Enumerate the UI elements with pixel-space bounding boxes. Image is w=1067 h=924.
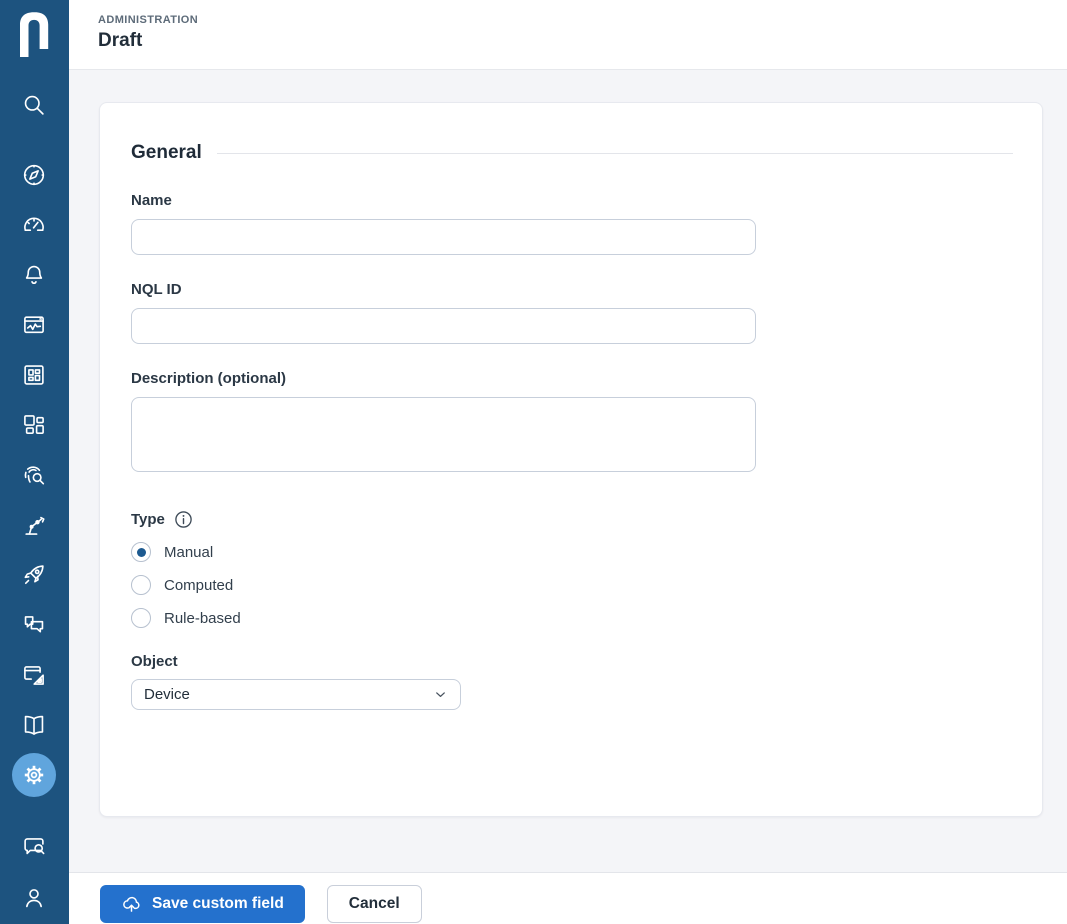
radio-manual[interactable] <box>131 542 151 562</box>
name-field-group: Name <box>131 192 1013 255</box>
object-select-value: Device <box>144 686 190 703</box>
page-header: ADMINISTRATION Draft <box>69 0 1067 70</box>
info-icon <box>175 511 192 528</box>
sidebar-item-alerts[interactable] <box>21 262 47 288</box>
save-button-label: Save custom field <box>152 895 284 912</box>
app-logo[interactable] <box>14 11 54 58</box>
nexthink-logo-icon <box>20 12 49 57</box>
book-icon <box>24 715 44 735</box>
sidebar-item-applications[interactable] <box>21 362 47 388</box>
page-title: Draft <box>98 30 143 51</box>
action-footer: Save custom field Cancel <box>69 872 1067 924</box>
sidebar-item-workspace[interactable] <box>21 412 47 438</box>
object-select[interactable]: Device <box>131 679 461 710</box>
type-info-button[interactable] <box>174 510 193 529</box>
radio-computed-label: Computed <box>164 576 234 594</box>
gauge-icon <box>24 217 44 232</box>
layout-blocks-icon <box>24 415 44 435</box>
sidebar-item-library[interactable] <box>21 712 47 738</box>
sidebar-item-profile[interactable] <box>21 885 47 911</box>
compass-icon <box>23 164 45 186</box>
gear-icon <box>24 765 44 785</box>
name-label: Name <box>131 192 172 209</box>
sidebar-item-investigation[interactable] <box>21 462 47 488</box>
sidebar-item-remediation[interactable] <box>21 662 47 688</box>
nql-id-label: NQL ID <box>131 281 182 298</box>
radio-rule-based-label: Rule-based <box>164 609 241 627</box>
rocket-icon <box>24 565 44 585</box>
object-field-group: Object Device <box>131 653 1013 710</box>
breadcrumb-section: ADMINISTRATION <box>98 14 199 26</box>
apps-grid-icon <box>24 365 44 385</box>
type-label: Type <box>131 511 165 528</box>
sidebar-item-discover[interactable] <box>21 162 47 188</box>
fingerprint-search-icon <box>24 466 45 485</box>
section-header: General <box>131 142 1013 164</box>
cloud-upload-icon <box>123 896 140 912</box>
section-divider <box>216 152 1013 154</box>
main-area: ADMINISTRATION Draft General Name NQL ID… <box>69 0 1067 924</box>
type-header: Type <box>131 510 1013 529</box>
radio-rule-based[interactable] <box>131 608 151 628</box>
save-custom-field-button[interactable]: Save custom field <box>100 885 305 923</box>
radio-computed[interactable] <box>131 575 151 595</box>
sidebar-item-monitoring[interactable] <box>21 312 47 338</box>
design-window-icon <box>24 666 44 685</box>
section-title: General <box>131 142 202 163</box>
description-label: Description (optional) <box>131 370 286 387</box>
nql-id-field-group: NQL ID <box>131 281 1013 344</box>
radio-option-computed[interactable]: Computed <box>131 575 1013 595</box>
person-icon <box>26 889 42 908</box>
sidebar-item-automation[interactable] <box>21 512 47 538</box>
object-label: Object <box>131 653 178 670</box>
general-card: General Name NQL ID Description (optiona… <box>99 102 1043 817</box>
radio-option-manual[interactable]: Manual <box>131 542 1013 562</box>
sidebar-item-search[interactable] <box>21 92 47 118</box>
cancel-button-label: Cancel <box>348 895 400 912</box>
description-field-group: Description (optional) <box>131 370 1013 477</box>
chat-bubbles-icon <box>24 616 44 633</box>
bell-icon <box>25 265 43 284</box>
name-input[interactable] <box>131 219 756 255</box>
search-icon <box>24 95 44 115</box>
sidebar <box>0 0 69 924</box>
sidebar-item-engage[interactable] <box>21 612 47 638</box>
sidebar-item-launch[interactable] <box>21 562 47 588</box>
robot-arm-icon <box>25 516 45 535</box>
radio-option-rule-based[interactable]: Rule-based <box>131 608 1013 628</box>
description-textarea[interactable] <box>131 397 756 472</box>
sidebar-item-settings[interactable] <box>12 753 56 797</box>
sidebar-item-support[interactable] <box>21 834 47 860</box>
nql-id-input[interactable] <box>131 308 756 344</box>
chevron-down-icon <box>436 692 445 697</box>
sidebar-item-dashboards[interactable] <box>21 212 47 238</box>
content-area: General Name NQL ID Description (optiona… <box>69 71 1067 872</box>
radio-manual-label: Manual <box>164 543 214 561</box>
chat-search-icon <box>24 838 45 855</box>
cancel-button[interactable]: Cancel <box>326 885 422 923</box>
chart-window-icon <box>24 316 44 334</box>
